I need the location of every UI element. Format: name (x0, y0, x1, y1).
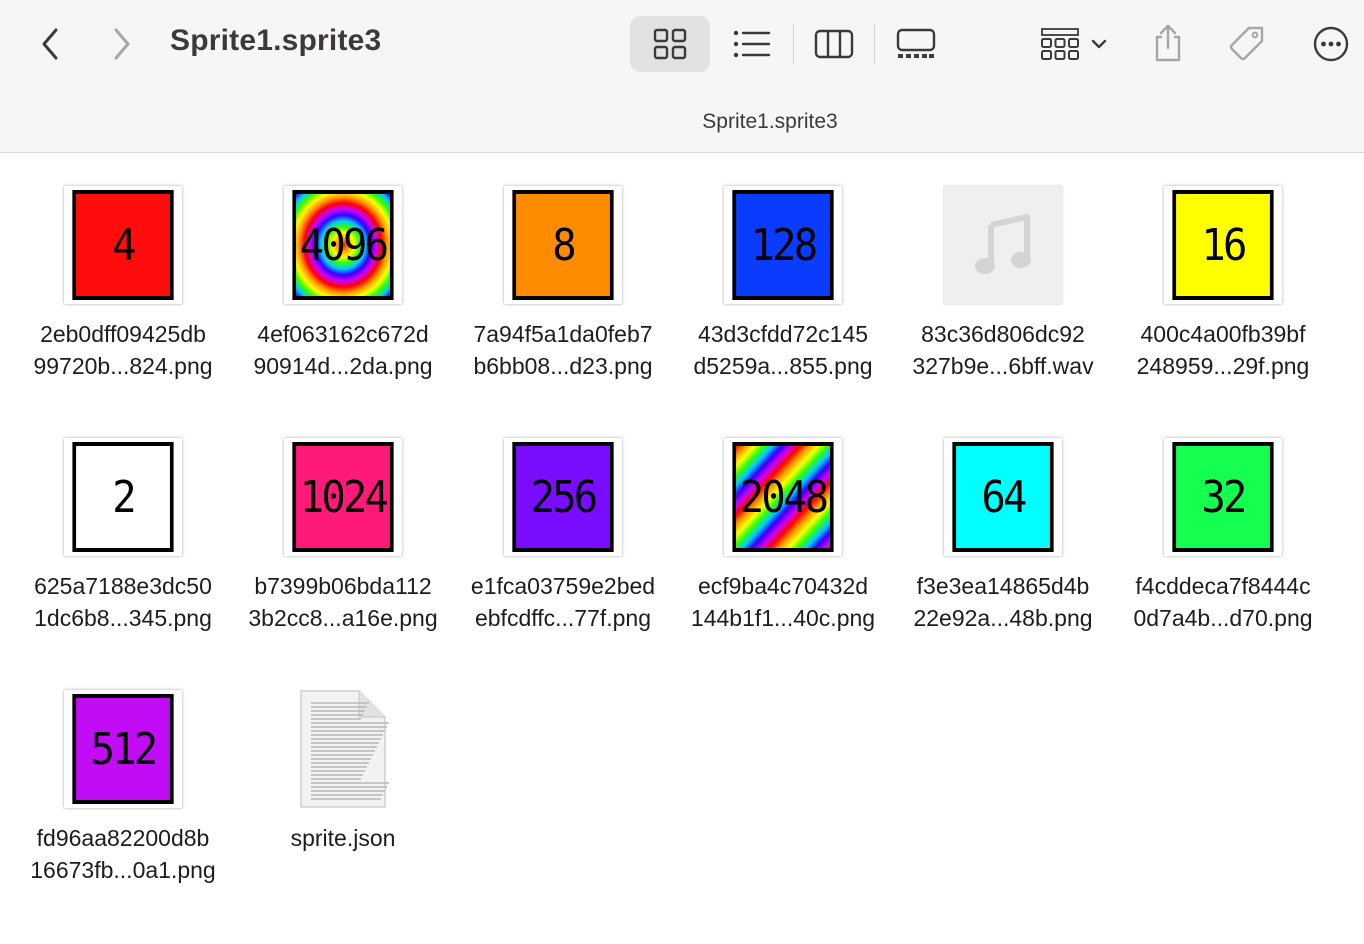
document-icon (300, 690, 389, 808)
tile-number: 32 (1172, 442, 1274, 552)
file-name: 4ef063162c672d 90914d...2da.png (233, 318, 453, 382)
file-name-line: 0d7a4b...d70.png (1133, 605, 1313, 631)
file-name: 7a94f5a1da0feb7 b6bb08...d23.png (453, 318, 673, 382)
file-thumbnail: 4 (64, 186, 182, 304)
file-name-line: ecf9ba4c70432d (697, 573, 869, 599)
path-title: Sprite1.sprite3 (702, 110, 838, 133)
gallery-view-icon (896, 28, 936, 58)
file-name-line: d5259a...855.png (693, 353, 873, 379)
list-view-button[interactable] (722, 16, 782, 72)
tile-number: 128 (732, 190, 834, 300)
file-name-line: 90914d...2da.png (253, 353, 433, 379)
file-name-line: 3b2cc8...a16e.png (248, 605, 438, 631)
file-thumbnail: 32 (1164, 438, 1282, 556)
share-icon (1155, 24, 1181, 62)
icon-view-icon (653, 28, 687, 60)
chevron-left-icon (42, 28, 58, 60)
file-name: 2eb0dff09425db 99720b...824.png (13, 318, 233, 382)
tile-number: 64 (952, 442, 1054, 552)
group-by-button[interactable] (1032, 16, 1116, 72)
icon-view-button[interactable] (630, 16, 710, 72)
column-view-icon (814, 29, 854, 59)
file-name-line: 144b1f1...40c.png (690, 605, 876, 631)
forward-button[interactable] (102, 22, 142, 66)
file-thumbnail: 64 (944, 438, 1062, 556)
music-note-icon (975, 214, 1031, 274)
file-name-line: b6bb08...d23.png (473, 353, 653, 379)
share-button[interactable] (1144, 14, 1192, 72)
file-name: e1fca03759e2bed ebfcdffc...77f.png (453, 570, 673, 634)
tile-number: 2048 (732, 442, 834, 552)
file-thumbnail: 128 (724, 186, 842, 304)
more-icon (1313, 26, 1349, 62)
tile-number: 2 (72, 442, 174, 552)
file-name-line: 22e92a...48b.png (913, 605, 1093, 631)
file-thumbnail: 2048 (724, 438, 842, 556)
toolbar-separator (874, 24, 875, 64)
file-name: 625a7188e3dc50 1dc6b8...345.png (13, 570, 233, 634)
file-name-line: b7399b06bda112 (254, 573, 432, 599)
file-name: f4cddeca7f8444c 0d7a4b...d70.png (1113, 570, 1333, 634)
file-name-line: sprite.json (290, 825, 396, 851)
more-button[interactable] (1306, 18, 1356, 70)
file-thumbnail (944, 186, 1062, 304)
group-by-icon (1041, 28, 1079, 60)
file-name: 83c36d806dc92 327b9e...6bff.wav (893, 318, 1113, 382)
file-name-line: 16673fb...0a1.png (30, 857, 216, 883)
file-name-line: f3e3ea14865d4b (916, 573, 1090, 599)
file-name: fd96aa82200d8b 16673fb...0a1.png (13, 822, 233, 886)
file-name-line: 248959...29f.png (1136, 353, 1310, 379)
file-name: 43d3cfdd72c145 d5259a...855.png (673, 318, 893, 382)
file-name-line: 327b9e...6bff.wav (912, 353, 1094, 379)
file-name: ecf9ba4c70432d 144b1f1...40c.png (673, 570, 893, 634)
file-thumbnail: 16 (1164, 186, 1282, 304)
file-name-line: e1fca03759e2bed (470, 573, 656, 599)
file-name-line: 83c36d806dc92 (921, 321, 1085, 347)
file-name: 400c4a00fb39bf 248959...29f.png (1113, 318, 1333, 382)
file-name: b7399b06bda112 3b2cc8...a16e.png (233, 570, 453, 634)
file-name-line: 625a7188e3dc50 (34, 573, 212, 599)
file-thumbnail: 256 (504, 438, 622, 556)
tile-number: 4096 (292, 190, 394, 300)
chevron-right-icon (114, 28, 130, 60)
file-name-line: f4cddeca7f8444c (1135, 573, 1311, 599)
file-name-line: 7a94f5a1da0feb7 (473, 321, 653, 347)
file-name-line: 2eb0dff09425db (40, 321, 206, 347)
toolbar-separator (793, 24, 794, 64)
window-title: Sprite1.sprite3 (170, 24, 382, 57)
tile-number: 16 (1172, 190, 1274, 300)
chevron-down-icon (1091, 39, 1107, 49)
file-name: f3e3ea14865d4b 22e92a...48b.png (893, 570, 1113, 634)
list-view-icon (733, 30, 771, 58)
file-thumbnail: 512 (64, 690, 182, 808)
file-name-line: 4ef063162c672d (257, 321, 429, 347)
file-name-line: 1dc6b8...345.png (34, 605, 212, 631)
file-thumbnail (284, 690, 402, 808)
file-name-line: 99720b...824.png (33, 353, 213, 379)
tile-number: 256 (512, 442, 614, 552)
file-name-line: ebfcdffc...77f.png (474, 605, 652, 631)
file-name-line: 43d3cfdd72c145 (697, 321, 869, 347)
file-thumbnail: 2 (64, 438, 182, 556)
tile-number: 8 (512, 190, 614, 300)
file-name-line: fd96aa82200d8b (36, 825, 210, 851)
file-thumbnail: 8 (504, 186, 622, 304)
tile-number: 512 (72, 694, 174, 804)
file-thumbnail: 4096 (284, 186, 402, 304)
back-button[interactable] (30, 22, 70, 66)
column-view-button[interactable] (804, 16, 864, 72)
file-thumbnail: 1024 (284, 438, 402, 556)
tag-icon (1229, 26, 1264, 61)
tile-number: 4 (72, 190, 174, 300)
tag-button[interactable] (1222, 16, 1272, 72)
file-name: sprite.json (233, 822, 453, 854)
gallery-view-button[interactable] (885, 16, 947, 72)
finder-toolbar: Sprite1.sprite3 Sprite1.sprite3 (0, 0, 1364, 153)
file-name-line: 400c4a00fb39bf (1140, 321, 1306, 347)
tile-number: 1024 (292, 442, 394, 552)
